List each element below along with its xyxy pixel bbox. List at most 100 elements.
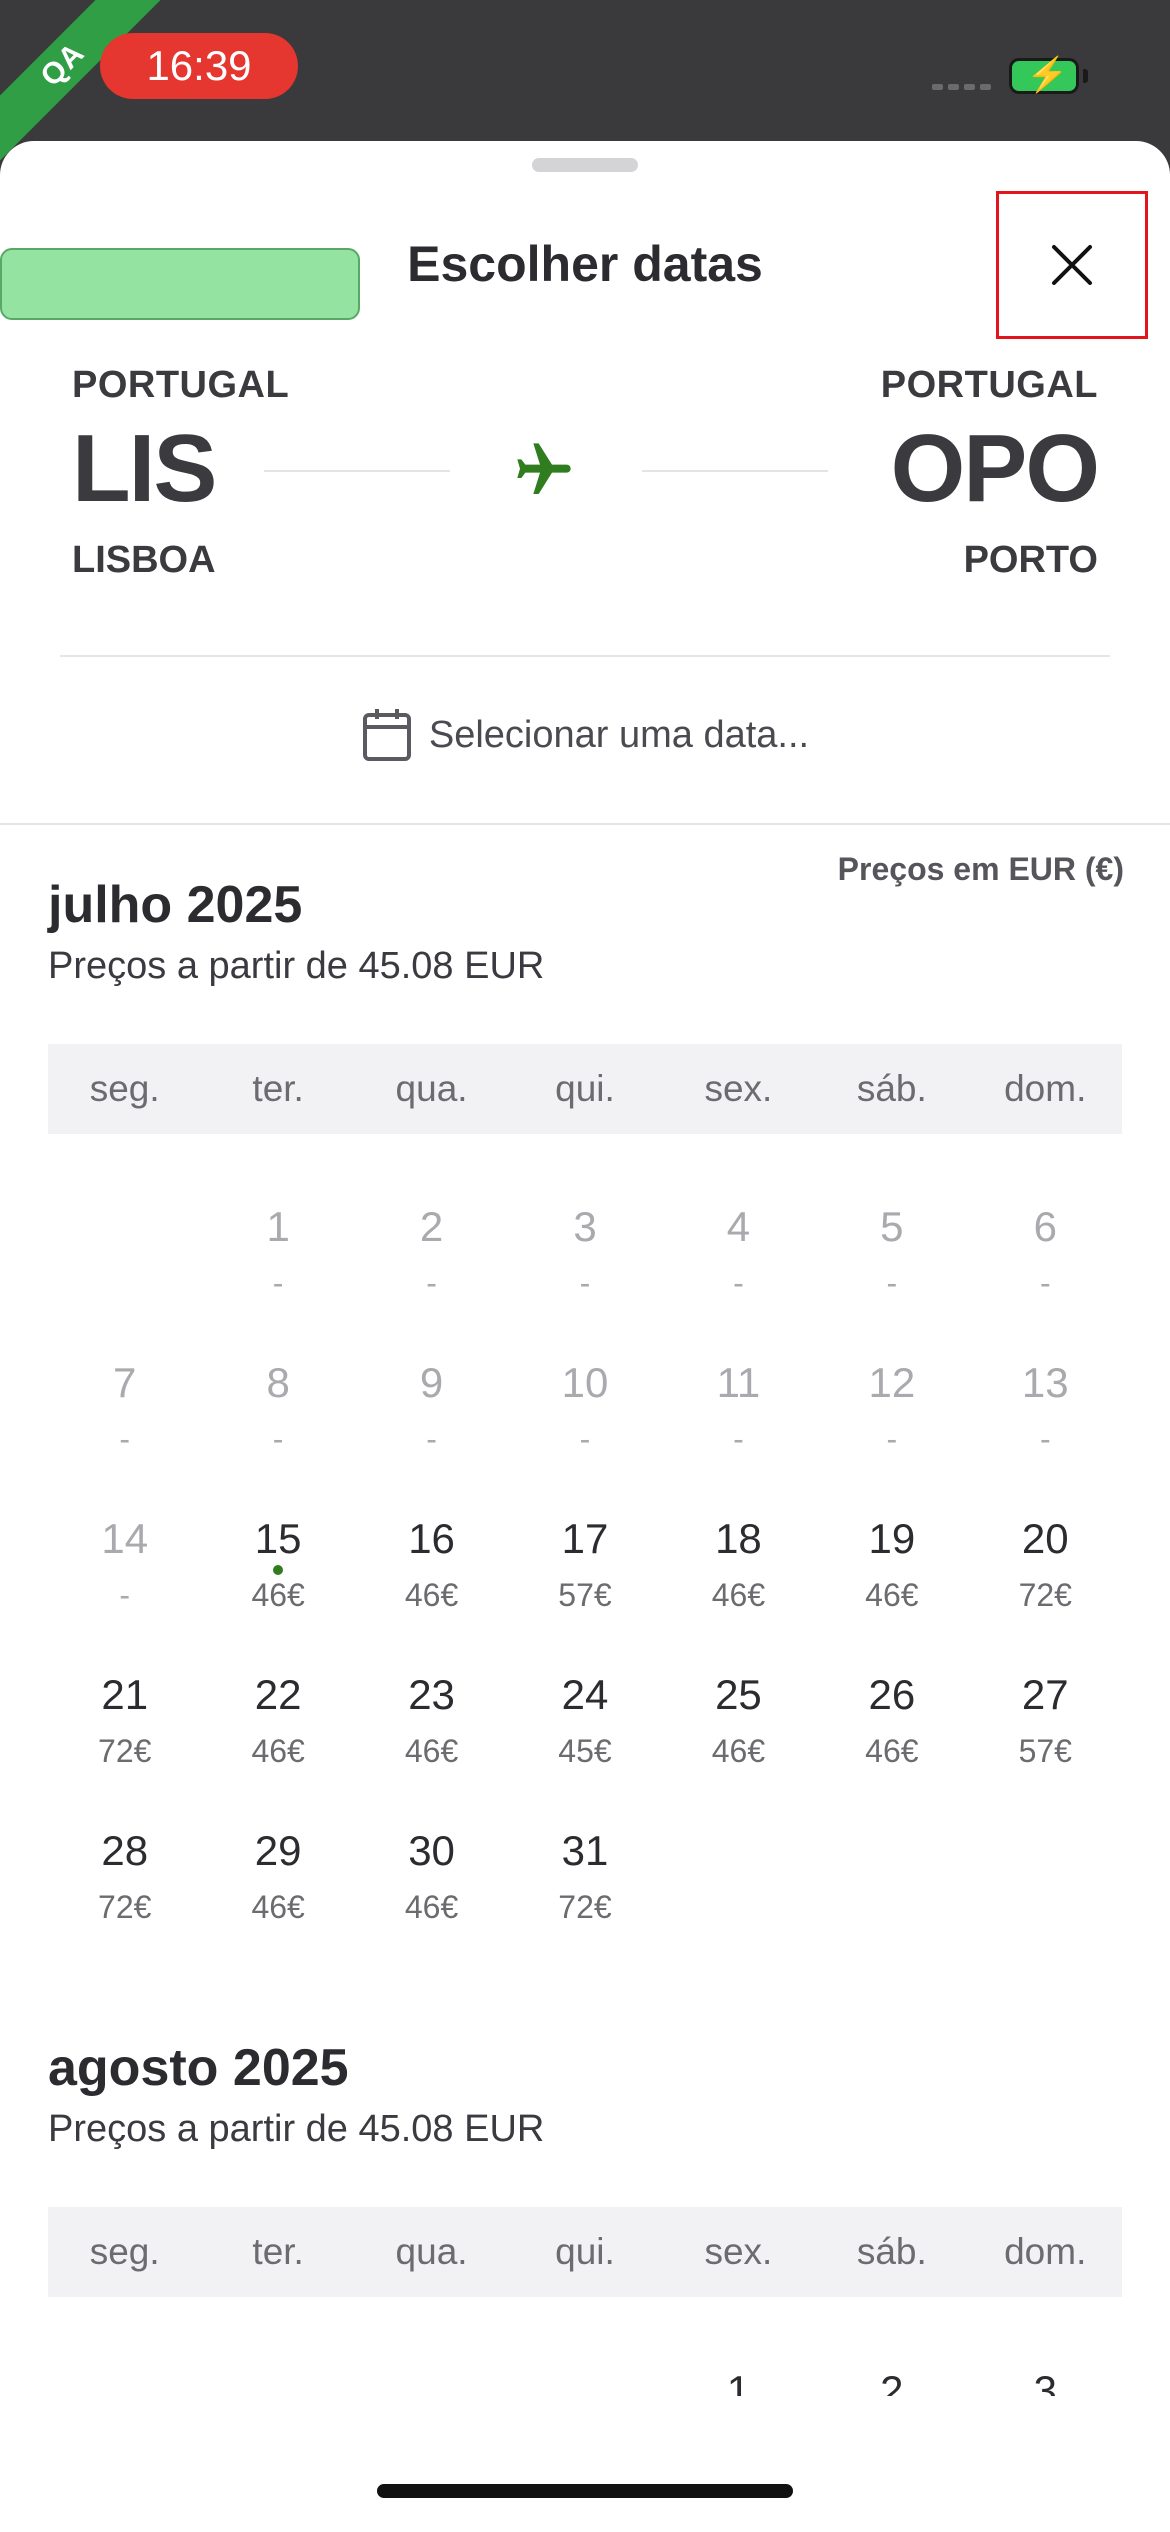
destination-city: PORTO — [963, 539, 1098, 581]
day-number: 10 — [561, 1359, 609, 1406]
calendar-day[interactable]: 15 46€ — [201, 1503, 354, 1659]
day-price: 57€ — [1018, 1733, 1072, 1769]
weekday-label: qui. — [555, 1068, 615, 1109]
day-price: - — [119, 1577, 131, 1613]
day-price: 72€ — [98, 1733, 152, 1769]
month-title: agosto 2025 — [48, 2039, 349, 2097]
origin-country: PORTUGAL — [72, 364, 290, 406]
day-price: - — [733, 1421, 744, 1457]
day-price: - — [272, 1265, 284, 1301]
calendar-day: 13 - — [969, 1347, 1122, 1503]
day-number: 12 — [868, 1359, 916, 1406]
day-number: 26 — [868, 1671, 916, 1718]
sheet-grabber[interactable] — [532, 158, 638, 172]
calendar-day[interactable]: 31 72€ — [508, 1815, 661, 1971]
day-price: 72€ — [98, 1889, 152, 1925]
day-number: 29 — [254, 1827, 302, 1874]
status-bar: QA 16:39 ⚡ — [0, 0, 1170, 170]
day-price: - — [886, 1421, 898, 1457]
month-subtitle: Preços a partir de 45.08 EUR — [48, 945, 545, 987]
calendar-day[interactable]: 21 72€ — [48, 1659, 201, 1815]
day-number: 16 — [408, 1515, 455, 1562]
calendar-day[interactable]: 29 46€ — [201, 1815, 354, 1971]
day-number: 18 — [715, 1515, 762, 1562]
day-number: 13 — [1021, 1359, 1069, 1406]
day-number: 6 — [1033, 1203, 1057, 1250]
calendar-day: 10 - — [508, 1347, 661, 1503]
day-number: 2 — [419, 1203, 444, 1250]
calendar-day: 9- — [355, 1347, 508, 1503]
weekday-label: ter. — [252, 1068, 304, 1109]
day-number: 31 — [561, 1827, 609, 1874]
calendar-day[interactable]: 25 46€ — [662, 1659, 815, 1815]
day-price: 72€ — [1018, 1577, 1072, 1613]
month-title: julho 2025 — [48, 876, 303, 934]
month-subtitle: Preços a partir de 45.08 EUR — [48, 2108, 545, 2150]
day-number: 17 — [561, 1515, 609, 1562]
day-price: - — [579, 1421, 591, 1457]
day-price: 46€ — [404, 1889, 459, 1925]
route-line-right — [642, 470, 828, 472]
calendar-day[interactable]: 23 46€ — [355, 1659, 508, 1815]
day-price: - — [579, 1265, 591, 1301]
day-number: 11 — [716, 1359, 761, 1406]
day-price: 46€ — [251, 1889, 305, 1925]
date-selector[interactable]: Selecionar uma data... — [0, 707, 1170, 763]
day-number: 3 — [573, 1203, 597, 1250]
calendar-day[interactable]: 16 46€ — [355, 1503, 508, 1659]
day-price: 46€ — [865, 1577, 919, 1613]
calendar-day[interactable]: 20 72€ — [969, 1503, 1122, 1659]
bottom-fade — [0, 2396, 1170, 2532]
day-price: - — [733, 1265, 744, 1301]
day-price: - — [272, 1421, 284, 1457]
day-number: 9 — [419, 1359, 444, 1406]
day-number: 23 — [408, 1671, 455, 1718]
divider-full — [0, 823, 1170, 825]
day-number: 19 — [868, 1515, 916, 1562]
weekday-label: dom. — [1004, 1068, 1087, 1109]
calendar-day[interactable]: 26 46€ — [815, 1659, 968, 1815]
day-price: 57€ — [558, 1577, 612, 1613]
calendar-day[interactable]: 19 46€ — [815, 1503, 968, 1659]
page-title: Escolher datas — [407, 236, 763, 292]
calendar-day[interactable]: 30 46€ — [355, 1815, 508, 1971]
calendar-day[interactable]: 24 45€ — [508, 1659, 661, 1815]
calendar-day: 1- — [201, 1191, 354, 1347]
day-price: 46€ — [404, 1733, 459, 1769]
calendar-day: 12 - — [815, 1347, 968, 1503]
day-number: 5 — [880, 1203, 904, 1250]
battery-tip — [1083, 69, 1088, 83]
day-price: 46€ — [251, 1733, 305, 1769]
weekday-label: ter. — [252, 2231, 304, 2272]
calendar-day: 4- — [662, 1191, 815, 1347]
day-price: - — [426, 1265, 437, 1301]
weekday-label: dom. — [1004, 2231, 1087, 2272]
calendar-day: 5- — [815, 1191, 968, 1347]
close-button[interactable] — [996, 191, 1148, 339]
destination-country: PORTUGAL — [880, 364, 1098, 406]
calendar-day[interactable]: 28 72€ — [48, 1815, 201, 1971]
calendar-day[interactable]: 17 57€ — [508, 1503, 661, 1659]
day-price: - — [886, 1265, 898, 1301]
day-price: 46€ — [711, 1577, 766, 1613]
destination-code: OPO — [890, 415, 1100, 522]
calendar-grid: 1-2-3-4-5-6-7-8-9-10-11-12-13-14-15 46€ 16… — [48, 1191, 1122, 1971]
today-indicator — [273, 1565, 284, 1575]
calendar-day[interactable]: 27 57€ — [969, 1659, 1122, 1815]
calendar-day: 11 - — [662, 1347, 815, 1503]
day-number: 15 — [254, 1515, 302, 1562]
day-price: 46€ — [711, 1733, 766, 1769]
calendar-day[interactable]: 22 46€ — [201, 1659, 354, 1815]
home-indicator[interactable] — [377, 2484, 793, 2498]
plane-icon — [512, 438, 576, 507]
day-number: 20 — [1021, 1515, 1069, 1562]
calendar-day: 8- — [201, 1347, 354, 1503]
day-number: 8 — [266, 1359, 290, 1406]
day-price: - — [1039, 1265, 1051, 1301]
day-number: 21 — [101, 1671, 149, 1718]
calendar-icon — [362, 709, 411, 761]
calendar-day[interactable]: 18 46€ — [662, 1503, 815, 1659]
prices-note: Preços em EUR (€) — [837, 851, 1124, 887]
calendar-day: 7- — [48, 1347, 201, 1503]
day-number: 25 — [715, 1671, 762, 1718]
